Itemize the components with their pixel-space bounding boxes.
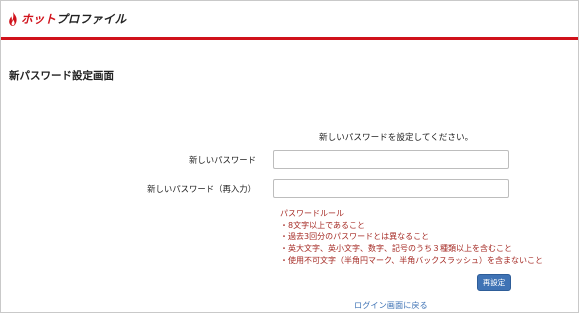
confirm-password-label: 新しいパスワード（再入力）	[147, 184, 256, 194]
password-rules: パスワードルール ・8文字以上であること ・過去3回分のパスワードとは異なること…	[280, 208, 543, 267]
confirm-password-input[interactable]	[273, 179, 509, 198]
logo-text-rest: プロファイル	[56, 12, 127, 26]
password-rule-item: ・8文字以上であること	[280, 220, 366, 230]
logo-text: ホットプロファイル	[21, 11, 126, 27]
page-title: 新パスワード設定画面	[9, 70, 114, 82]
instruction-text: 新しいパスワードを設定してください。	[319, 133, 474, 143]
reset-password-button[interactable]: 再設定	[477, 274, 511, 291]
page-frame: ホットプロファイル 新パスワード設定画面 新しいパスワードを設定してください。 …	[0, 0, 579, 313]
header: ホットプロファイル	[1, 1, 578, 37]
logo-text-hot: ホット	[21, 12, 57, 26]
new-password-input[interactable]	[273, 150, 509, 169]
password-rules-list: ・8文字以上であること ・過去3回分のパスワードとは異なること ・英大文字、英小…	[280, 220, 543, 267]
header-divider	[1, 37, 578, 40]
password-rule-item: ・使用不可文字（半角円マーク、半角バックスラッシュ）を含まないこと	[280, 255, 544, 265]
brand-logo[interactable]: ホットプロファイル	[7, 10, 126, 28]
password-rule-item: ・過去3回分のパスワードとは異なること	[280, 232, 430, 242]
password-rule-item: ・英大文字、英小文字、数字、記号のうち３種類以上を含むこと	[280, 244, 512, 254]
flame-icon	[9, 11, 17, 26]
new-password-label: 新しいパスワード	[189, 155, 256, 165]
back-to-login-link[interactable]: ログイン画面に戻る	[354, 299, 428, 311]
password-rules-title: パスワードルール	[280, 209, 344, 218]
